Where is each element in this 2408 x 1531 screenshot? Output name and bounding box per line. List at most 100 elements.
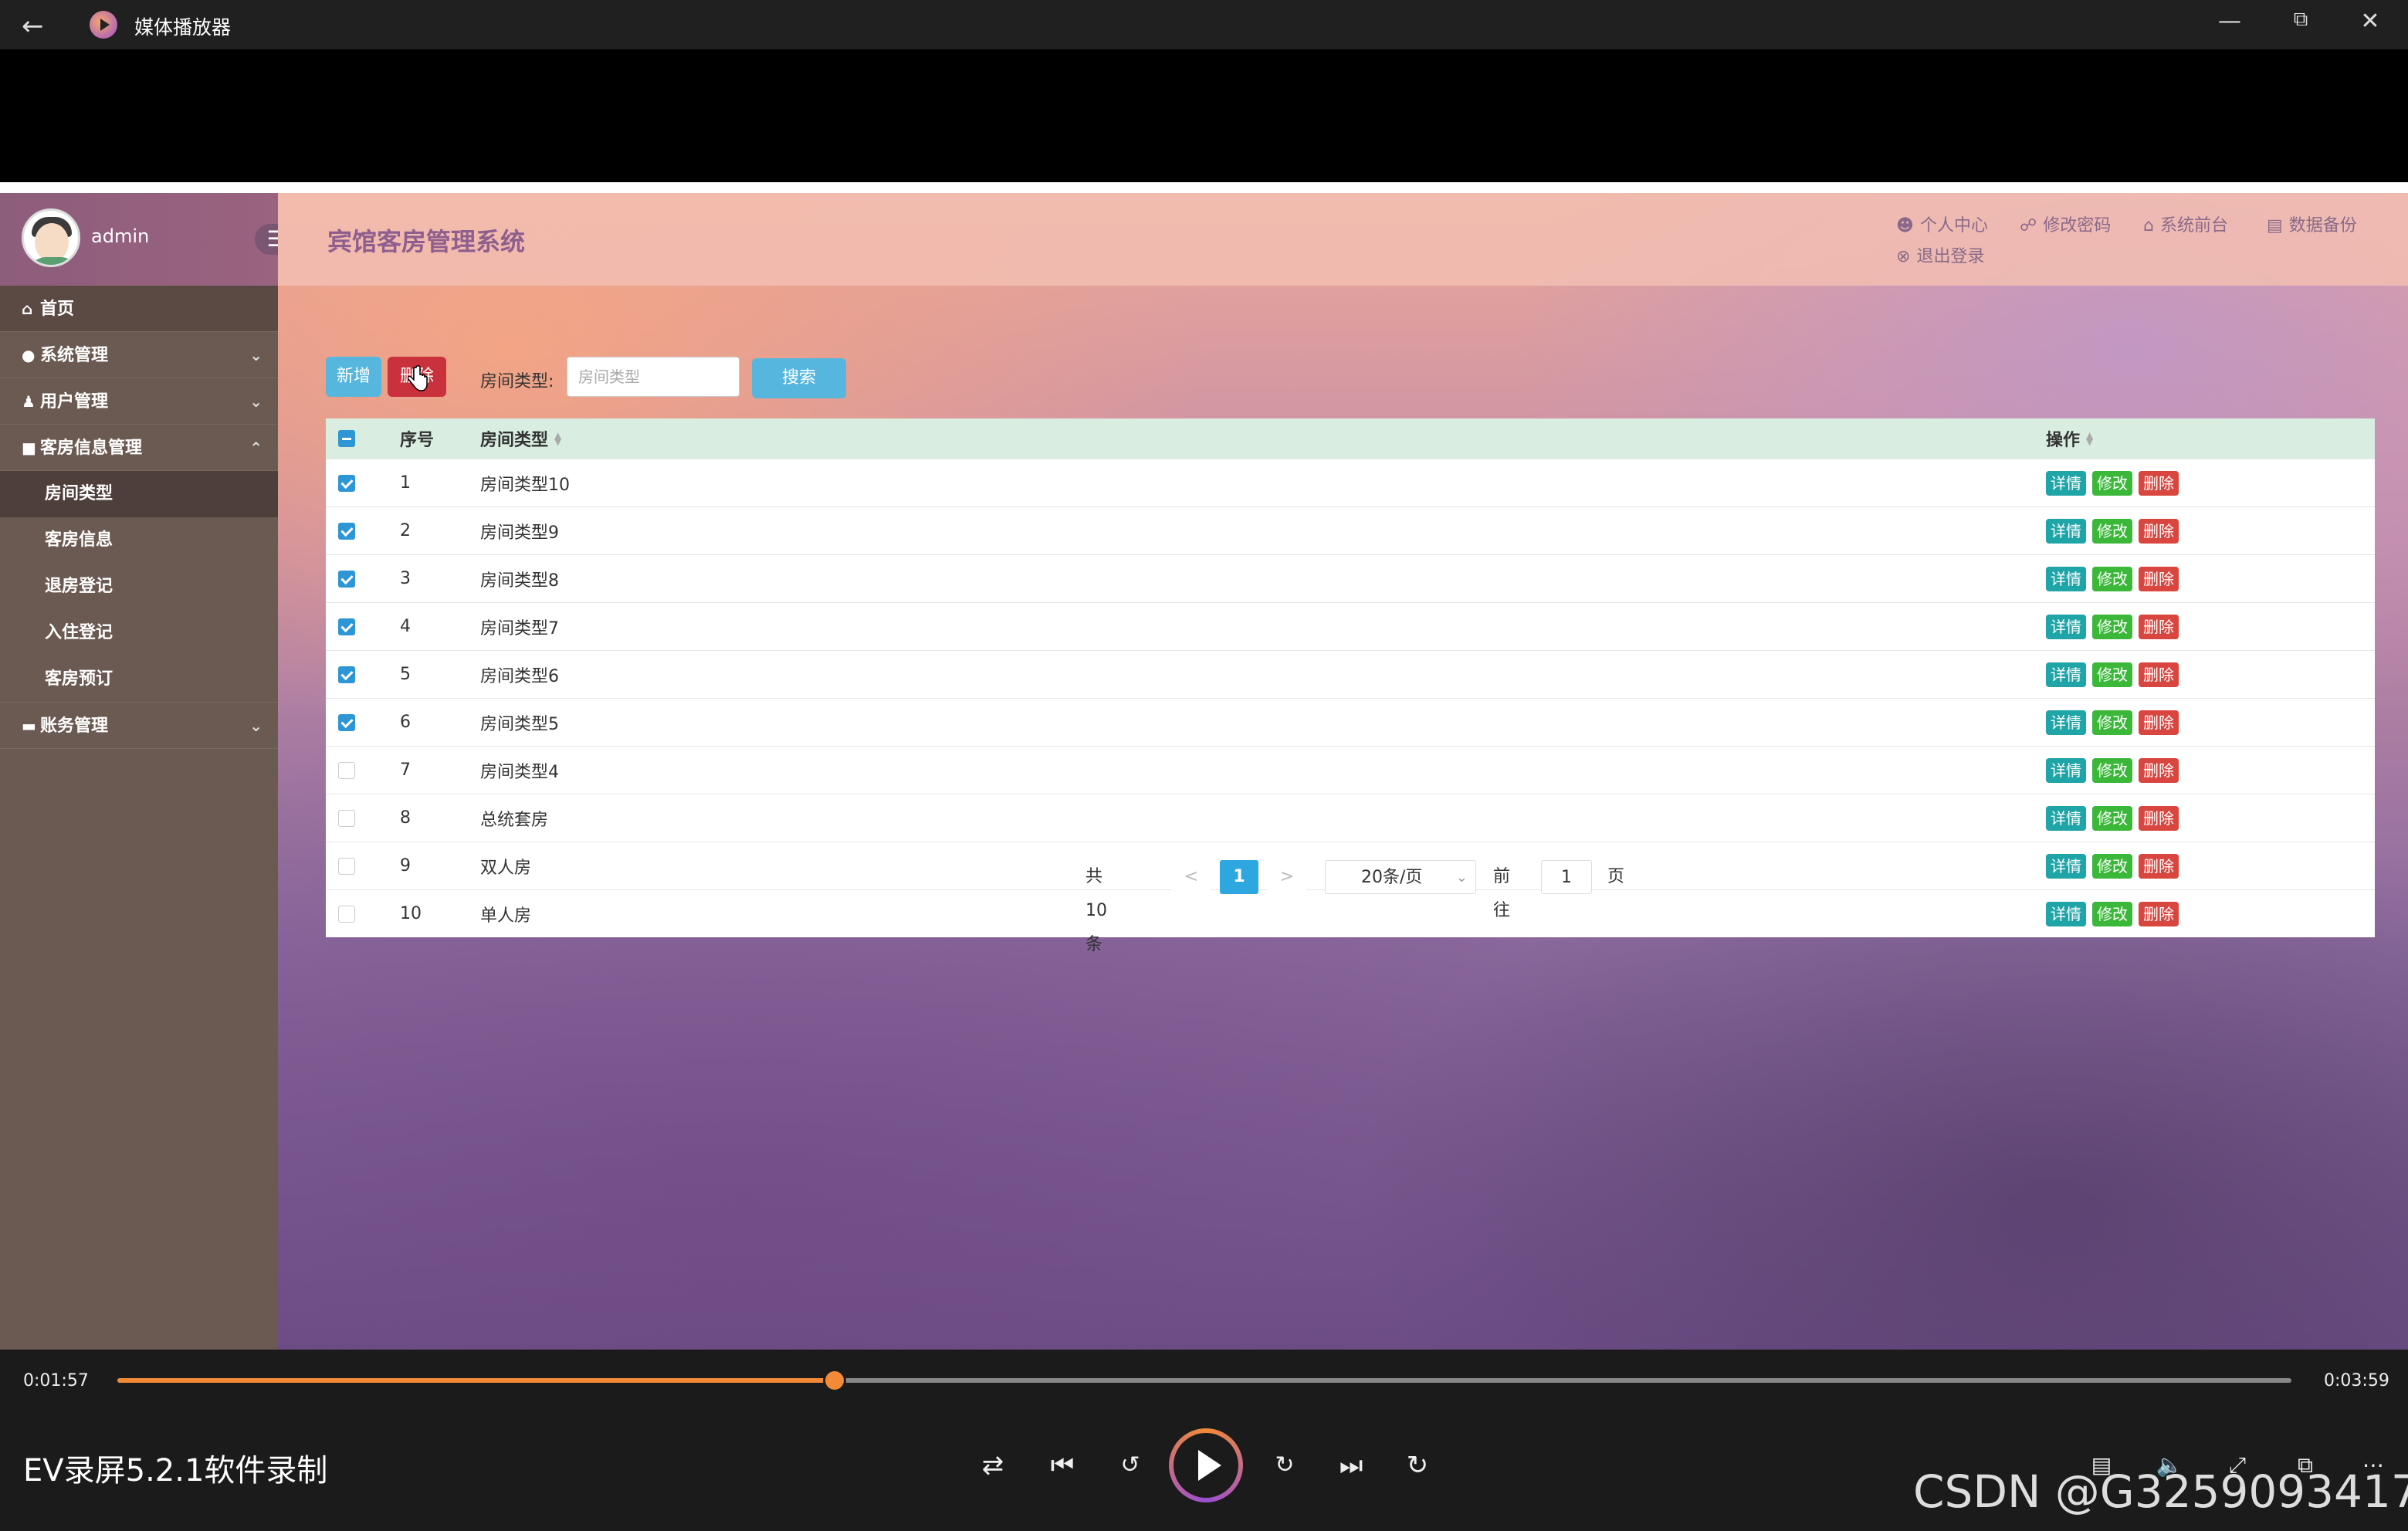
search-button[interactable]: 搜索	[752, 358, 846, 398]
front-site-link[interactable]: ⌂ 系统前台	[2143, 212, 2228, 236]
sidebar-user-panel: admin ☰	[0, 193, 298, 286]
delete-button[interactable]: 删除	[2139, 518, 2179, 544]
edit-button[interactable]: 修改	[2092, 901, 2132, 926]
edit-button[interactable]: 修改	[2092, 518, 2132, 544]
row-actions: 详情 修改 删除	[2046, 747, 2185, 794]
app-header: 宾馆客房管理系统 ☻ 个人中心 ☍ 修改密码 ⌂ 系统前台 ▤ 数据备份 ⊗ 退出登录	[278, 193, 2408, 286]
minimize-icon[interactable]: —	[2206, 8, 2253, 35]
sidebar-item-home[interactable]: ⌂ 首页	[0, 286, 278, 332]
sidebar-subitem-checkout[interactable]: 退房登记	[0, 564, 278, 610]
close-icon[interactable]: ✕	[2347, 8, 2393, 35]
lock-icon: ☍	[2020, 216, 2037, 235]
detail-button[interactable]: 详情	[2046, 614, 2086, 639]
row-checkbox[interactable]	[338, 857, 355, 875]
row-index: 3	[400, 569, 411, 588]
back-arrow-icon[interactable]: ←	[22, 11, 44, 42]
seek-bar[interactable]	[117, 1369, 2291, 1392]
table-row: 1 房间类型10 详情 修改 删除	[326, 459, 2375, 506]
row-checkbox[interactable]	[338, 905, 355, 923]
sidebar-subitem-room-info[interactable]: 客房信息	[0, 517, 278, 564]
detail-button[interactable]: 详情	[2046, 662, 2086, 687]
detail-button[interactable]: 详情	[2046, 757, 2086, 783]
sidebar-subitem-room-type[interactable]: 房间类型	[0, 471, 278, 517]
table-row: 6 房间类型5 详情 修改 删除	[326, 698, 2375, 746]
row-checkbox[interactable]	[338, 570, 355, 588]
next-page-button[interactable]: >	[1268, 860, 1306, 894]
row-checkbox[interactable]	[338, 618, 355, 635]
sidebar-item-system[interactable]: ● 系统管理 ⌄	[0, 332, 278, 378]
edit-button[interactable]: 修改	[2092, 710, 2132, 735]
add-button[interactable]: 新增	[326, 357, 381, 397]
hand-cursor-icon	[408, 365, 428, 391]
detail-button[interactable]: 详情	[2046, 853, 2086, 879]
folder-icon: ▤	[2267, 216, 2283, 235]
select-all-checkbox[interactable]	[338, 430, 355, 447]
delete-button[interactable]: 删除	[2139, 614, 2179, 639]
detail-button[interactable]: 详情	[2046, 518, 2086, 544]
row-checkbox[interactable]	[338, 809, 355, 827]
edit-button[interactable]: 修改	[2092, 662, 2132, 687]
play-button[interactable]	[1169, 1428, 1243, 1502]
delete-button[interactable]: 删除	[2139, 757, 2179, 783]
row-checkbox[interactable]	[338, 522, 355, 540]
profile-link[interactable]: ☻ 个人中心	[1896, 212, 1988, 236]
sidebar-subitem-checkin[interactable]: 入住登记	[0, 610, 278, 656]
delete-button[interactable]: 删除	[2139, 662, 2179, 687]
detail-button[interactable]: 详情	[2046, 566, 2086, 591]
row-checkbox[interactable]	[338, 713, 355, 731]
prev-page-button[interactable]: <	[1172, 860, 1211, 894]
chevron-down-icon: ⌄	[249, 346, 262, 364]
backup-link[interactable]: ▤ 数据备份	[2267, 212, 2357, 236]
current-time: 0:01:57	[23, 1371, 89, 1390]
next-track-icon[interactable]: ⏭	[1333, 1447, 1370, 1484]
column-header-actions[interactable]: 操作 ▲ ▼	[2046, 418, 2093, 459]
shuffle-icon[interactable]: ⇄	[974, 1447, 1011, 1484]
logout-link[interactable]: ⊗ 退出登录	[1896, 242, 1984, 267]
seek-handle[interactable]	[823, 1369, 847, 1392]
row-checkbox[interactable]	[338, 666, 355, 683]
detail-button[interactable]: 详情	[2046, 470, 2086, 496]
sidebar-subitem-booking[interactable]: 客房预订	[0, 656, 278, 703]
table-row: 2 房间类型9 详情 修改 删除	[326, 506, 2375, 554]
delete-button[interactable]: 删除	[2139, 566, 2179, 591]
row-actions: 详情 修改 删除	[2046, 459, 2185, 506]
sort-icon[interactable]: ▲ ▼	[554, 431, 561, 446]
goto-page-input[interactable]: 1	[1541, 860, 1592, 894]
player-controls: 0:01:57 0:03:59 EV录屏5.2.1软件录制 ⇄ ⏮ ↺ ↻ ⏭ …	[0, 1350, 2408, 1531]
edit-button[interactable]: 修改	[2092, 757, 2132, 783]
detail-button[interactable]: 详情	[2046, 805, 2086, 831]
edit-button[interactable]: 修改	[2092, 805, 2132, 831]
delete-button[interactable]: 删除	[2139, 470, 2179, 496]
row-room-type: 房间类型9	[480, 523, 559, 543]
edit-button[interactable]: 修改	[2092, 566, 2132, 591]
room-type-search-input[interactable]	[567, 357, 740, 397]
sidebar-item-users[interactable]: ♟ 用户管理 ⌄	[0, 378, 278, 425]
detail-button[interactable]: 详情	[2046, 710, 2086, 735]
rewind-10-icon[interactable]: ↺	[1112, 1447, 1149, 1484]
row-index: 10	[400, 904, 422, 923]
row-checkbox[interactable]	[338, 761, 355, 779]
restore-icon[interactable]: ⧉	[2278, 8, 2324, 32]
edit-button[interactable]: 修改	[2092, 470, 2132, 496]
forward-30-icon[interactable]: ↻	[1266, 1447, 1303, 1484]
sidebar-item-rooms[interactable]: ■ 客房信息管理 ⌃	[0, 425, 278, 471]
table-row: 5 房间类型6 详情 修改 删除	[326, 650, 2375, 698]
change-password-link[interactable]: ☍ 修改密码	[2020, 212, 2111, 236]
delete-button[interactable]: 删除	[2139, 710, 2179, 735]
delete-button[interactable]: 删除	[2139, 901, 2179, 926]
delete-button[interactable]: 删除	[2139, 853, 2179, 879]
row-checkbox[interactable]	[338, 474, 355, 492]
detail-button[interactable]: 详情	[2046, 901, 2086, 926]
column-header-room-type[interactable]: 房间类型 ▲ ▼	[480, 418, 561, 459]
sidebar-item-billing[interactable]: ▬ 账务管理 ⌄	[0, 703, 278, 749]
page-number-current[interactable]: 1	[1220, 860, 1258, 894]
previous-track-icon[interactable]: ⏮	[1044, 1447, 1081, 1484]
delete-button[interactable]: 删除	[2139, 805, 2179, 831]
video-title: EV录屏5.2.1软件录制	[23, 1453, 328, 1489]
page-size-select[interactable]: 20条/页 ⌄	[1325, 860, 1476, 894]
edit-button[interactable]: 修改	[2092, 614, 2132, 639]
sort-icon[interactable]: ▲ ▼	[2086, 431, 2093, 446]
chevron-down-icon: ⌄	[249, 392, 262, 411]
repeat-icon[interactable]: ↻	[1399, 1447, 1436, 1484]
edit-button[interactable]: 修改	[2092, 853, 2132, 879]
